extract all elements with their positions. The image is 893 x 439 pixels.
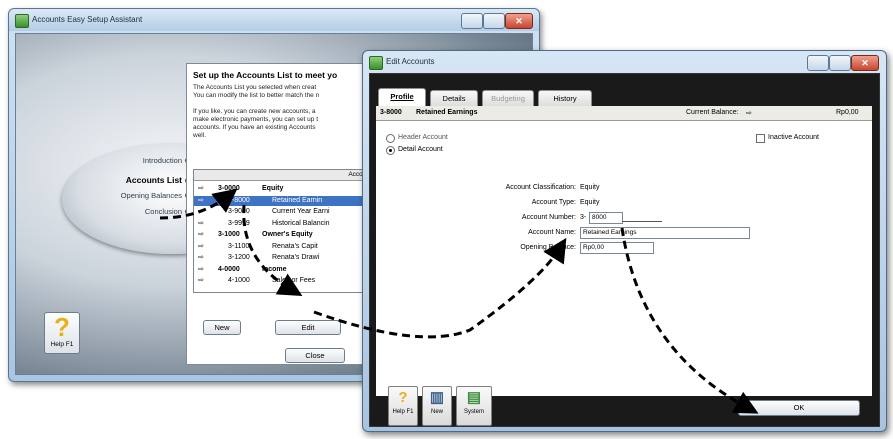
annotation-arrows: [159, 188, 759, 414]
arrow-to-selected-row: [159, 188, 238, 220]
arrow-field-to-ok: [620, 227, 759, 414]
arrow-edit-to-field: [313, 237, 567, 339]
arrow-row-to-edit: [242, 204, 303, 297]
